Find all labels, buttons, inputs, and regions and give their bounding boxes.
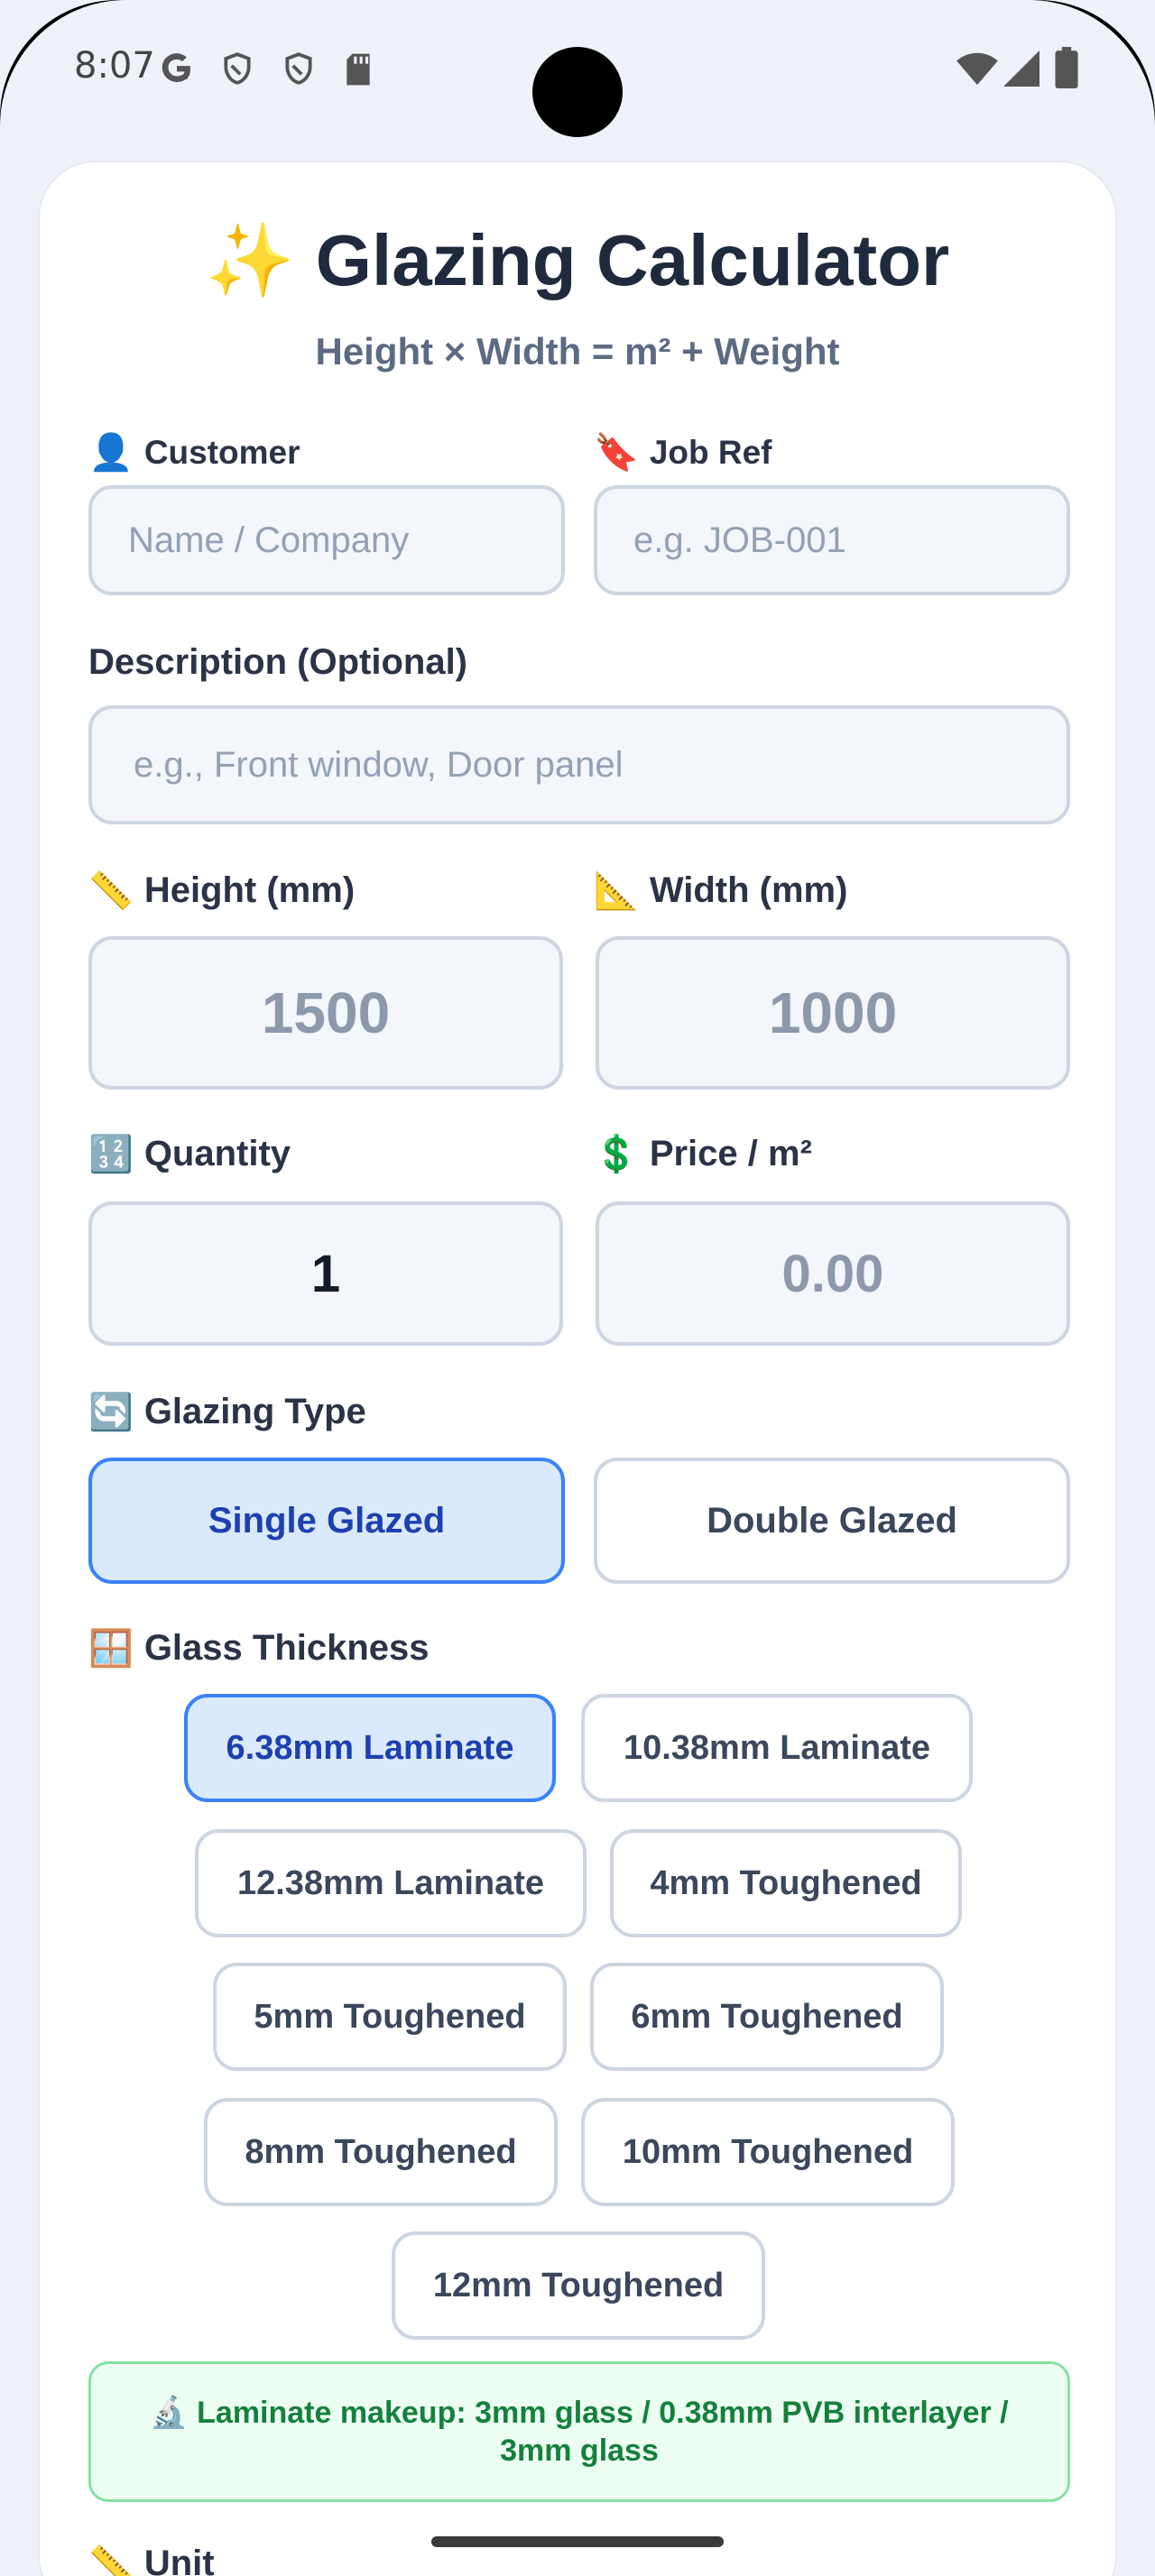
thickness-option-12mm-toughened[interactable]: 12mm Toughened xyxy=(392,2231,765,2340)
price-input[interactable]: 0.00 xyxy=(596,1201,1070,1346)
width-placeholder: 1000 xyxy=(768,980,898,1045)
quantity-value: 1 xyxy=(310,1244,341,1303)
home-indicator[interactable] xyxy=(431,2536,724,2547)
thickness-option-10-38-laminate[interactable]: 10.38mm Laminate xyxy=(581,1694,973,1802)
thickness-option-10mm-toughened[interactable]: 10mm Toughened xyxy=(581,2098,955,2206)
wifi-icon xyxy=(956,52,998,86)
person-icon: 👤 xyxy=(88,433,134,473)
thickness-option-4mm-toughened[interactable]: 4mm Toughened xyxy=(610,1829,962,1937)
customer-placeholder: Name / Company xyxy=(128,520,410,560)
width-input[interactable]: 1000 xyxy=(596,936,1070,1090)
description-label-text: Description (Optional) xyxy=(88,642,467,682)
device-screen: 8:07 ✨ Glazing Calculator Height × Width… xyxy=(0,0,1155,2576)
quantity-label: 🔢 Quantity xyxy=(88,1133,291,1175)
page-title: ✨ Glazing Calculator xyxy=(40,218,1115,303)
title-text: Glazing Calculator xyxy=(315,220,950,300)
ruler-icon: 📏 xyxy=(88,2545,134,2576)
sd-card-icon xyxy=(346,53,370,86)
laminate-info-box: 🔬 Laminate makeup: 3mm glass / 0.38mm PV… xyxy=(88,2361,1070,2502)
height-input[interactable]: 1500 xyxy=(88,936,563,1090)
description-placeholder: e.g., Front window, Door panel xyxy=(134,744,624,785)
customer-input[interactable]: Name / Company xyxy=(88,485,565,595)
width-label-text: Width (mm) xyxy=(649,870,848,910)
unit-label-text: Unit xyxy=(143,2544,215,2576)
window-icon: 🪟 xyxy=(88,1629,134,1669)
status-time: 8:07 xyxy=(74,45,155,87)
price-label-text: Price / m² xyxy=(649,1134,812,1173)
calculator-card: ✨ Glazing Calculator Height × Width = m²… xyxy=(38,161,1117,2576)
thickness-option-6mm-toughened[interactable]: 6mm Toughened xyxy=(590,1963,944,2071)
quantity-input[interactable]: 1 xyxy=(88,1201,563,1346)
cycle-icon: 🔄 xyxy=(88,1393,134,1432)
camera-cutout xyxy=(532,47,623,137)
description-label: Description (Optional) xyxy=(88,642,467,683)
price-placeholder: 0.00 xyxy=(781,1244,884,1303)
signal-icon xyxy=(1003,51,1040,87)
google-g-icon xyxy=(162,53,190,82)
glazing-type-label-text: Glazing Type xyxy=(143,1392,366,1431)
unit-label: 📏 Unit xyxy=(88,2544,215,2576)
job-ref-placeholder: e.g. JOB-001 xyxy=(633,520,846,560)
shield-icon xyxy=(285,52,312,85)
customer-label-text: Customer xyxy=(143,433,300,471)
glass-thickness-label: 🪟 Glass Thickness xyxy=(88,1627,430,1670)
laminate-info-text: Laminate makeup: 3mm glass / 0.38mm PVB … xyxy=(197,2396,1009,2468)
dollar-icon: 💲 xyxy=(594,1135,639,1174)
ruler-icon: 📏 xyxy=(88,871,134,911)
battery-icon xyxy=(1055,47,1078,88)
price-label: 💲 Price / m² xyxy=(594,1133,812,1175)
bookmark-icon: 🔖 xyxy=(594,433,639,473)
height-placeholder: 1500 xyxy=(261,980,391,1045)
shield-icon xyxy=(224,52,251,85)
numbers-icon: 🔢 xyxy=(88,1135,134,1174)
quantity-label-text: Quantity xyxy=(143,1134,291,1173)
thickness-option-12-38-laminate[interactable]: 12.38mm Laminate xyxy=(195,1829,587,1937)
job-ref-input[interactable]: e.g. JOB-001 xyxy=(594,485,1070,595)
thickness-option-8mm-toughened[interactable]: 8mm Toughened xyxy=(204,2098,558,2206)
job-ref-label: 🔖 Job Ref xyxy=(594,431,772,474)
glass-thickness-label-text: Glass Thickness xyxy=(143,1628,430,1668)
triangle-ruler-icon: 📐 xyxy=(594,871,639,911)
glazing-type-label: 🔄 Glazing Type xyxy=(88,1391,366,1433)
width-label: 📐 Width (mm) xyxy=(594,869,847,912)
single-glazed-button[interactable]: Single Glazed xyxy=(88,1458,565,1584)
thickness-option-6-38-laminate[interactable]: 6.38mm Laminate xyxy=(184,1694,556,1802)
description-input[interactable]: e.g., Front window, Door panel xyxy=(88,705,1070,824)
height-label-text: Height (mm) xyxy=(143,870,356,910)
page-subtitle: Height × Width = m² + Weight xyxy=(315,330,840,373)
double-glazed-button[interactable]: Double Glazed xyxy=(594,1458,1070,1584)
job-ref-label-text: Job Ref xyxy=(649,433,772,471)
height-label: 📏 Height (mm) xyxy=(88,869,355,912)
thickness-option-5mm-toughened[interactable]: 5mm Toughened xyxy=(213,1963,567,2071)
sparkles-icon: ✨ xyxy=(205,220,296,300)
microscope-icon: 🔬 xyxy=(150,2396,189,2430)
customer-label: 👤 Customer xyxy=(88,431,300,474)
